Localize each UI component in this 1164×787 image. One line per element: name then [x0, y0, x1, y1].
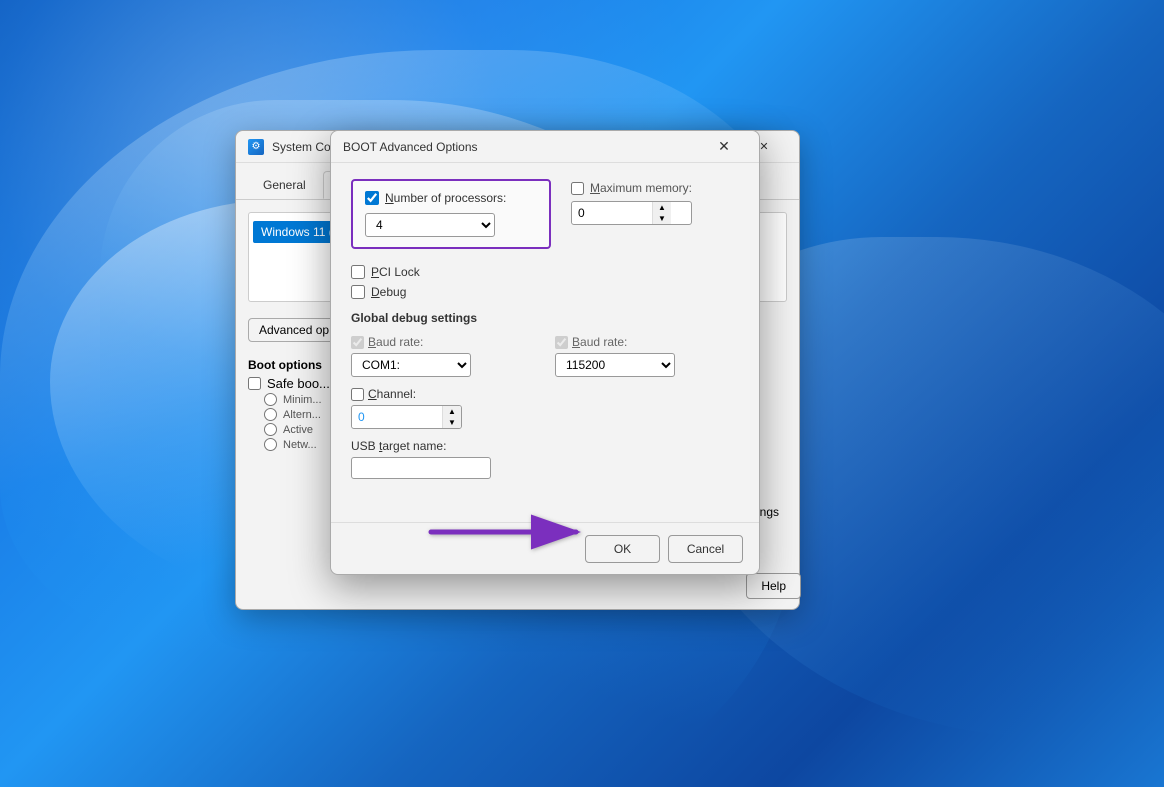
radio-active-label: Active: [283, 424, 313, 436]
channel-input[interactable]: [352, 407, 442, 427]
safe-boot-checkbox[interactable]: [248, 377, 261, 390]
usb-target-label: USB target name:: [351, 439, 739, 453]
cancel-button[interactable]: Cancel: [668, 535, 743, 563]
processors-box: Number of processors: 1 2 4 8 16: [351, 179, 551, 249]
debug-label-text: Debug: [371, 285, 406, 299]
debug-row: Debug: [351, 285, 739, 299]
radio-alternate-label: Altern...: [283, 409, 321, 421]
baud-rate-col: Baud rate: 115200 57600 9600: [555, 335, 739, 377]
debug-port-col: Baud rate: COM1: COM2:: [351, 335, 535, 377]
max-memory-label: Maximum memory:: [590, 181, 692, 195]
baud-rate-checkbox[interactable]: [555, 336, 568, 349]
number-of-processors-label: Number of processors:: [385, 191, 506, 205]
max-memory-spin-up[interactable]: ▲: [653, 202, 671, 213]
channel-col: Channel: ▲ ▼: [351, 387, 462, 429]
ok-button[interactable]: OK: [585, 535, 660, 563]
baud-rate-label: Baud rate:: [572, 335, 627, 349]
debug-checkbox[interactable]: [351, 285, 365, 299]
max-memory-spin-down[interactable]: ▼: [653, 213, 671, 224]
radio-network-input[interactable]: [264, 438, 277, 451]
boot-adv-footer: OK Cancel: [331, 522, 759, 574]
global-debug-title: Global debug settings: [351, 311, 739, 325]
processors-checkbox-row: Number of processors:: [365, 191, 537, 205]
radio-network-label: Netw...: [283, 439, 317, 451]
max-memory-input[interactable]: [572, 203, 652, 223]
baud-rate-label-row: Baud rate:: [555, 335, 739, 349]
debug-port-dropdown[interactable]: COM1: COM2:: [351, 353, 471, 377]
debug-port-label: Baud rate:: [368, 335, 423, 349]
processors-dropdown[interactable]: 1 2 4 8 16: [365, 213, 495, 237]
boot-adv-titlebar: BOOT Advanced Options ✕: [331, 131, 759, 163]
boot-advanced-options-dialog: BOOT Advanced Options ✕ Number of proces…: [330, 130, 760, 575]
max-memory-spinbox: ▲ ▼: [571, 201, 692, 225]
channel-spin-up[interactable]: ▲: [443, 406, 461, 417]
radio-minimal-label: Minim...: [283, 394, 322, 406]
channel-section: Channel: ▲ ▼: [351, 387, 739, 429]
boot-adv-title-text: BOOT Advanced Options: [343, 140, 701, 154]
help-button[interactable]: Help: [746, 573, 801, 599]
debug-port-label-row: Baud rate:: [351, 335, 535, 349]
channel-spin-buttons: ▲ ▼: [442, 406, 461, 428]
pci-lock-checkbox[interactable]: [351, 265, 365, 279]
max-memory-row: Maximum memory:: [571, 181, 692, 195]
radio-minimal-input[interactable]: [264, 393, 277, 406]
channel-spinbox: ▲ ▼: [351, 405, 462, 429]
debug-port-checkbox[interactable]: [351, 336, 364, 349]
pci-lock-row: PCI Lock: [351, 265, 739, 279]
channel-label: Channel:: [351, 387, 462, 401]
pci-lock-label: PCI Lock: [371, 265, 420, 279]
channel-checkbox[interactable]: [351, 388, 364, 401]
baud-rate-dropdown[interactable]: 115200 57600 9600: [555, 353, 675, 377]
processors-dropdown-row: 1 2 4 8 16: [365, 213, 537, 237]
channel-spin-down[interactable]: ▼: [443, 417, 461, 428]
boot-adv-content: Number of processors: 1 2 4 8 16: [331, 163, 759, 495]
channel-label-text: Channel:: [368, 387, 416, 401]
global-debug-section: Global debug settings Baud rate: COM1: C: [351, 311, 739, 479]
usb-target-section: USB target name:: [351, 439, 739, 479]
max-memory-checkbox[interactable]: [571, 182, 584, 195]
max-memory-section: Maximum memory: ▲ ▼: [571, 179, 692, 225]
sysconfg-icon: ⚙: [248, 139, 264, 155]
tab-general[interactable]: General: [248, 171, 321, 199]
usb-target-input[interactable]: [351, 457, 491, 479]
max-memory-spin-buttons: ▲ ▼: [652, 202, 671, 224]
boot-adv-close-button[interactable]: ✕: [701, 131, 747, 163]
radio-alternate-input[interactable]: [264, 408, 277, 421]
debug-two-col: Baud rate: COM1: COM2: Bau: [351, 335, 739, 377]
number-of-processors-checkbox[interactable]: [365, 191, 379, 205]
radio-active-input[interactable]: [264, 423, 277, 436]
safe-boot-label: Safe boo...: [267, 376, 330, 391]
